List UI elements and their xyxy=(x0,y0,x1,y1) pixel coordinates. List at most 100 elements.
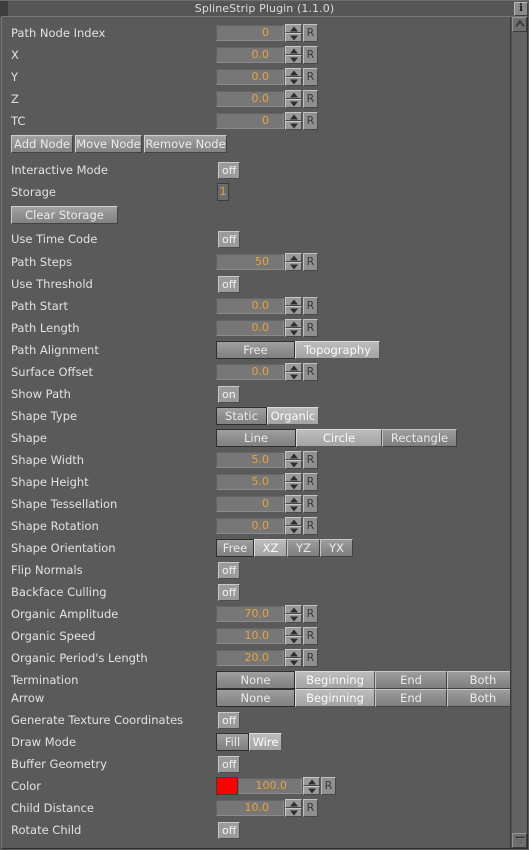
reset-button-child-distance[interactable]: R xyxy=(303,799,318,817)
toggle-interactive-mode[interactable]: off xyxy=(218,162,241,179)
spinner-up-icon[interactable] xyxy=(285,495,302,504)
reset-button-shape-tessellation[interactable]: R xyxy=(303,495,318,513)
spinner-up-icon[interactable] xyxy=(285,627,302,636)
spinner-up-icon[interactable] xyxy=(285,297,302,306)
spinner-up-icon[interactable] xyxy=(285,649,302,658)
spinner-organic-amplitude[interactable] xyxy=(285,605,302,623)
value-field-shape-height[interactable]: 5.0 xyxy=(216,474,284,490)
color-swatch[interactable] xyxy=(216,777,238,795)
reset-button-path-node-index[interactable]: R xyxy=(303,24,318,42)
spinner-up-icon[interactable] xyxy=(285,799,302,808)
value-field-x[interactable]: 0.0 xyxy=(216,47,284,63)
spinner-shape-width[interactable] xyxy=(285,451,302,469)
value-field-path-node-index[interactable]: 0 xyxy=(216,25,284,41)
segment-shape-orientation-free[interactable]: Free xyxy=(216,539,254,557)
spinner-up-icon[interactable] xyxy=(303,777,320,786)
spinner-down-icon[interactable] xyxy=(285,482,302,491)
spinner-down-icon[interactable] xyxy=(285,372,302,381)
value-field-path-length[interactable]: 0.0 xyxy=(216,320,284,336)
segment-arrow-none[interactable]: None xyxy=(216,689,295,707)
segment-path-alignment-free[interactable]: Free xyxy=(216,341,295,359)
spinner-path-steps[interactable] xyxy=(285,253,302,271)
value-field-organic-speed[interactable]: 10.0 xyxy=(216,628,284,644)
toggle-buffer-geometry[interactable]: off xyxy=(218,756,241,773)
reset-button-x[interactable]: R xyxy=(303,46,318,64)
info-icon[interactable]: i xyxy=(514,2,528,16)
value-field-shape-width[interactable]: 5.0 xyxy=(216,452,284,468)
spinner-down-icon[interactable] xyxy=(285,55,302,64)
reset-button-tc[interactable]: R xyxy=(303,112,318,130)
spinner-down-icon[interactable] xyxy=(285,526,302,535)
value-field-surface-offset[interactable]: 0.0 xyxy=(216,364,284,380)
button-add-node[interactable]: Add Node xyxy=(11,135,73,153)
spinner-up-icon[interactable] xyxy=(285,605,302,614)
segment-shape-line[interactable]: Line xyxy=(216,429,296,447)
segment-shape-type-static[interactable]: Static xyxy=(216,407,267,425)
reset-button-shape-height[interactable]: R xyxy=(303,473,318,491)
spinner-up-icon[interactable] xyxy=(285,90,302,99)
reset-button-color-intensity[interactable]: R xyxy=(321,777,336,795)
value-field-child-distance[interactable]: 10.0 xyxy=(216,800,284,816)
spinner-up-icon[interactable] xyxy=(285,112,302,121)
toggle-generate-texture-coordinates[interactable]: off xyxy=(218,712,241,729)
spinner-down-icon[interactable] xyxy=(285,504,302,513)
spinner-up-icon[interactable] xyxy=(285,517,302,526)
value-field-tc[interactable]: 0 xyxy=(216,113,284,129)
spinner-down-icon[interactable] xyxy=(285,636,302,645)
spinner-down-icon[interactable] xyxy=(285,614,302,623)
storage-value-box[interactable]: 1 xyxy=(217,183,229,201)
button-move-node[interactable]: Move Node xyxy=(75,135,142,153)
toggle-show-path[interactable]: on xyxy=(218,386,240,403)
vertical-scrollbar[interactable] xyxy=(510,17,527,848)
spinner-path-length[interactable] xyxy=(285,319,302,337)
spinner-path-start[interactable] xyxy=(285,297,302,315)
toggle-rotate-child[interactable]: off xyxy=(218,822,241,839)
spinner-z[interactable] xyxy=(285,90,302,108)
reset-button-path-length[interactable]: R xyxy=(303,319,318,337)
spinner-down-icon[interactable] xyxy=(285,99,302,108)
reset-button-organic-speed[interactable]: R xyxy=(303,627,318,645)
reset-button-organic-periods-length[interactable]: R xyxy=(303,649,318,667)
toggle-use-threshold[interactable]: off xyxy=(218,276,241,293)
spinner-shape-height[interactable] xyxy=(285,473,302,491)
spinner-x[interactable] xyxy=(285,46,302,64)
spinner-up-icon[interactable] xyxy=(285,253,302,262)
spinner-up-icon[interactable] xyxy=(285,319,302,328)
reset-button-organic-amplitude[interactable]: R xyxy=(303,605,318,623)
value-field-path-steps[interactable]: 50 xyxy=(216,254,284,270)
spinner-down-icon[interactable] xyxy=(303,786,320,795)
spinner-down-icon[interactable] xyxy=(285,460,302,469)
segment-shape-circle[interactable]: Circle xyxy=(296,429,382,447)
segment-arrow-beginning[interactable]: Beginning xyxy=(295,689,375,707)
value-field-shape-rotation[interactable]: 0.0 xyxy=(216,518,284,534)
spinner-child-distance[interactable] xyxy=(285,799,302,817)
scrollbar-track[interactable] xyxy=(512,17,527,848)
spinner-down-icon[interactable] xyxy=(285,808,302,817)
spinner-up-icon[interactable] xyxy=(285,24,302,33)
spinner-down-icon[interactable] xyxy=(285,77,302,86)
reset-button-y[interactable]: R xyxy=(303,68,318,86)
spinner-surface-offset[interactable] xyxy=(285,363,302,381)
spinner-down-icon[interactable] xyxy=(285,121,302,130)
toggle-backface-culling[interactable]: off xyxy=(218,584,241,601)
toggle-flip-normals[interactable]: off xyxy=(218,562,241,579)
spinner-down-icon[interactable] xyxy=(285,658,302,667)
button-remove-node[interactable]: Remove Node xyxy=(144,135,227,153)
segment-arrow-end[interactable]: End xyxy=(375,689,447,707)
segment-arrow-both[interactable]: Both xyxy=(447,689,510,707)
segment-draw-mode-wire[interactable]: Wire xyxy=(249,733,282,751)
spinner-tc[interactable] xyxy=(285,112,302,130)
button-clear-storage[interactable]: Clear Storage xyxy=(11,206,118,224)
value-field-organic-amplitude[interactable]: 70.0 xyxy=(216,606,284,622)
segment-shape-type-organic[interactable]: Organic xyxy=(267,407,319,425)
segment-draw-mode-fill[interactable]: Fill xyxy=(216,733,249,751)
spinner-shape-rotation[interactable] xyxy=(285,517,302,535)
scroll-up-arrow-icon[interactable] xyxy=(512,17,527,32)
segment-shape-orientation-xz[interactable]: XZ xyxy=(254,539,287,557)
spinner-color-intensity[interactable] xyxy=(303,777,320,795)
spinner-down-icon[interactable] xyxy=(285,262,302,271)
toggle-use-time-code[interactable]: off xyxy=(218,231,241,248)
spinner-up-icon[interactable] xyxy=(285,451,302,460)
segment-shape-orientation-yx[interactable]: YX xyxy=(320,539,353,557)
segment-shape-rectangle[interactable]: Rectangle xyxy=(382,429,457,447)
